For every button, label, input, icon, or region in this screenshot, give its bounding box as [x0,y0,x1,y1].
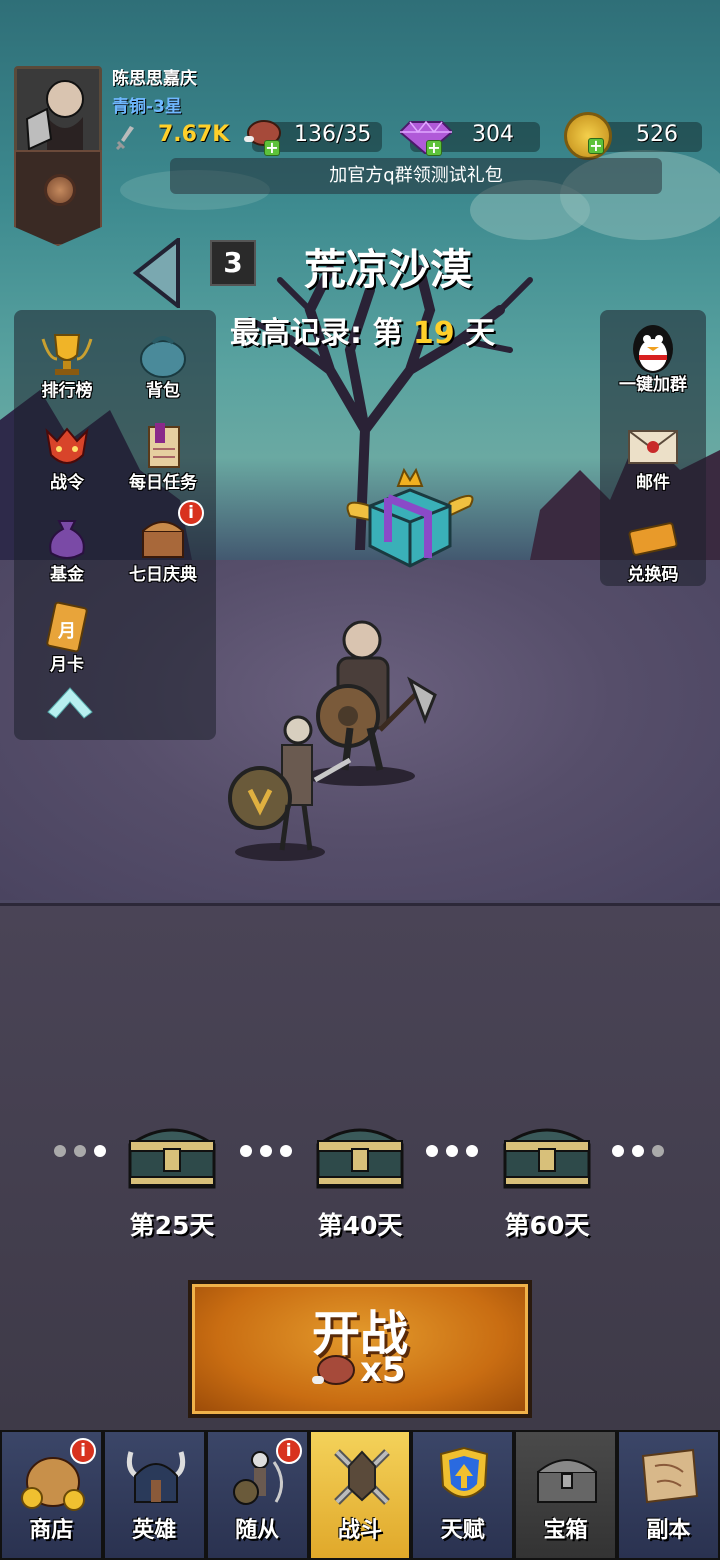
tab-heroes[interactable]: 英雄 [102,1430,206,1560]
player-name: 陈思思嘉庆 [112,69,197,89]
progress-dots [54,1145,106,1157]
chest-day-label: 第40天 [317,1211,403,1240]
chest-icon [537,1459,598,1503]
notice-banner[interactable]: 加官方q群领测试礼包 [170,158,662,194]
sword-icon [116,126,134,150]
power-value: 7.67K [158,122,230,147]
chest-day-label: 第60天 [504,1211,590,1240]
join-group-button[interactable]: 一键加群 [608,320,698,395]
add-stamina-icon[interactable]: + [264,140,280,156]
battle-pass-label: 战令 [50,473,84,493]
shield-arrow-icon [440,1446,489,1498]
chest-day-label: 第25天 [129,1211,215,1240]
record-day: 19 [412,316,455,351]
join-group-label: 一键加群 [619,375,687,395]
monthly-card-glyph: 月 [57,621,76,642]
reward-chest-icon[interactable] [126,1115,218,1191]
stamina-value: 136/35 [294,122,372,147]
player-rank: 青铜-3星 [112,97,182,117]
crossed-swords-icon [333,1449,390,1505]
daily-tasks-button[interactable]: 每日任务 [118,418,208,493]
tab-shop[interactable]: i 商店 [0,1430,103,1560]
record-prefix: 最高记录: 第 [230,316,403,351]
avatar-portrait-icon [17,69,99,151]
tab-talent[interactable]: 天赋 [411,1430,515,1560]
record-suffix: 天 [465,316,496,351]
best-record: 最高记录: 第 19 天 [230,308,495,352]
hero-characters [228,620,437,861]
progress-dots [426,1145,478,1157]
fund-button[interactable]: 基金 [22,510,112,585]
tab-followers[interactable]: i 随从 [205,1430,309,1560]
tab-shop-label: 商店 [29,1518,74,1543]
ranking-button[interactable]: 排行榜 [22,326,112,401]
backpack-button[interactable]: 背包 [118,326,208,401]
tab-talent-label: 天赋 [440,1518,485,1543]
card-icon: 月 [39,600,95,656]
gift-box-icon[interactable] [340,466,480,576]
tab-chest-label: 宝箱 [543,1518,588,1543]
rank-banner[interactable] [14,150,102,246]
penguin-icon [625,320,681,376]
previous-stage-arrow-icon[interactable] [132,238,182,308]
add-gems-icon[interactable]: + [426,140,442,156]
start-battle-button[interactable]: 开战 [188,1280,532,1418]
envelope-icon [625,418,681,474]
redeem-code-button[interactable]: 兑换码 [608,510,698,585]
tab-dungeon-label: 副本 [646,1518,691,1543]
tab-heroes-label: 英雄 [132,1518,177,1543]
monthly-card-button[interactable]: 月 月卡 [22,600,112,675]
map-scroll-icon [641,1448,699,1504]
mail-label: 邮件 [636,473,670,493]
stage-title: 荒凉沙漠 [304,245,473,294]
tab-battle-label: 战斗 [337,1518,382,1543]
notification-badge-icon: i [275,1438,302,1464]
player-avatar[interactable] [14,66,102,154]
tab-dungeon[interactable]: 副本 [617,1430,720,1560]
tab-battle[interactable]: 战斗 [308,1430,412,1560]
seven-day-label: 七日庆典 [129,565,197,585]
redeem-code-label: 兑换码 [627,565,679,585]
backpack-label: 背包 [146,381,180,401]
rank-emblem-icon [44,174,76,206]
daily-tasks-label: 每日任务 [129,473,197,493]
add-coins-icon[interactable]: + [588,138,604,154]
trophy-icon [39,326,95,382]
money-bag-icon [39,510,95,566]
tab-chest[interactable]: 宝箱 [514,1430,618,1560]
battle-cost: x5 [360,1350,406,1390]
coins-value: 526 [636,122,678,147]
horned-helmet-icon [126,1451,185,1503]
ticket-icon [625,510,681,566]
mail-button[interactable]: 邮件 [608,418,698,493]
battle-pass-button[interactable]: 战令 [22,418,112,493]
ranking-label: 排行榜 [41,381,93,401]
bottom-nav: i 商店 英雄 i 随从 战斗 天赋 宝箱 副本 [0,1430,720,1560]
gems-value: 304 [472,122,514,147]
backpack-icon [135,326,191,382]
progress-dots [612,1145,664,1157]
demon-mask-icon [39,418,95,474]
scroll-icon [135,418,191,474]
notification-badge-icon: i [178,500,204,526]
tab-followers-label: 随从 [235,1518,280,1543]
stage-number: 3 [210,240,256,286]
progress-dots [240,1145,292,1157]
fund-label: 基金 [50,565,84,585]
monthly-card-label: 月卡 [50,655,84,675]
meat-cost-icon [312,1355,355,1385]
reward-chest-icon[interactable] [501,1115,593,1191]
collapse-chevron-icon[interactable] [44,680,96,720]
notification-badge-icon: i [70,1438,96,1464]
seven-day-button[interactable]: 七日庆典 i [118,500,208,585]
reward-chest-icon[interactable] [314,1115,406,1191]
